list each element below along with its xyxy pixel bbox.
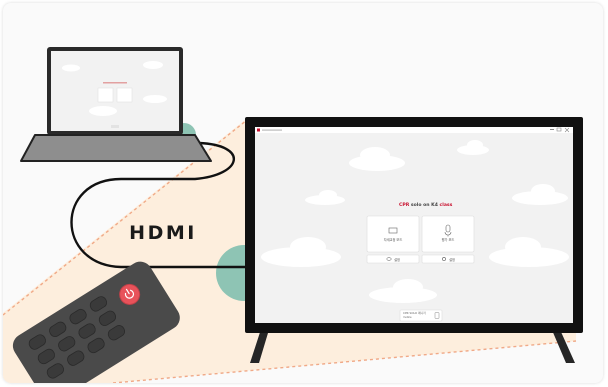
illustration-card: HDMI CPR solo on K4 class 자세교정 모드 평가 모드 … <box>3 3 603 383</box>
heading-part-3: K4 <box>431 203 438 208</box>
heading-part-2: solo on <box>410 203 430 208</box>
mode-button-label-training: 설정 <box>394 258 400 262</box>
mode-card-training[interactable] <box>366 215 420 253</box>
connection-line-2: mobile <box>403 315 412 319</box>
mode-label-training: 자세교정 모드 <box>383 238 403 242</box>
mode-card-evaluation[interactable] <box>421 215 475 253</box>
mode-button-label-evaluation: 설정 <box>449 258 455 262</box>
app-title-bar-text <box>262 129 282 131</box>
minimize-icon[interactable] <box>550 129 554 130</box>
app-titlebar <box>255 127 573 133</box>
hdmi-logo: HDMI <box>129 222 197 244</box>
app-logo-icon <box>257 128 260 132</box>
laptop-keyboard-deck <box>20 134 212 162</box>
hdmi-connection-illustration: HDMI <box>3 47 583 383</box>
heading-part-1: CPR <box>399 203 410 208</box>
laptop <box>20 47 212 162</box>
app-heading: CPR solo on K4 class <box>399 203 452 208</box>
connection-line-1: CPR SOLO 매니저 <box>403 311 426 315</box>
mode-label-evaluation: 평가 모드 <box>441 238 455 242</box>
heading-part-4: class <box>439 203 453 208</box>
